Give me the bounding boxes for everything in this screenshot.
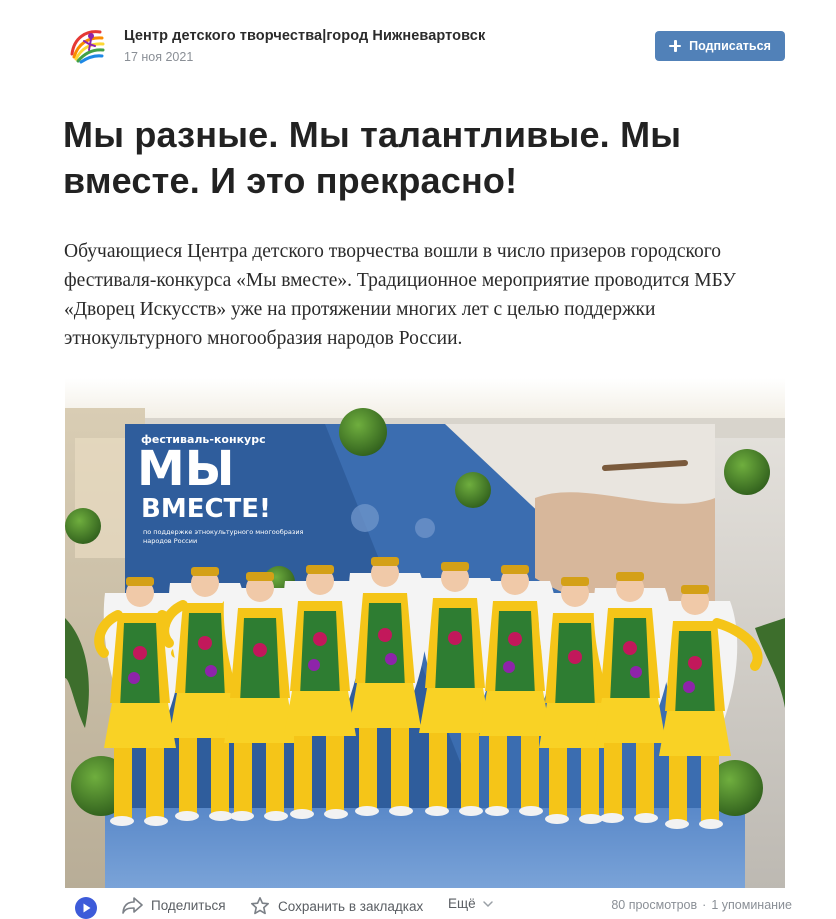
subscribe-label: Подписаться: [689, 39, 771, 53]
article-body: Обучающиеся Центра детского творчества в…: [64, 241, 736, 349]
post-stats: 80 просмотров · 1 упоминание: [611, 898, 792, 912]
banner-big-text-1: МЫ: [137, 441, 235, 497]
post-actions-bar: Поделиться Сохранить в закладках Ещё 80 …: [0, 888, 836, 919]
bookmark-button[interactable]: Сохранить в закладках: [250, 896, 423, 916]
app-icon[interactable]: [74, 896, 98, 919]
mentions-count[interactable]: 1 упоминание: [711, 898, 792, 912]
article-photo[interactable]: фестиваль-конкурс МЫ ВМЕСТЕ! по поддержк…: [65, 378, 785, 888]
post-header: Центр детского творчества|город Нижневар…: [64, 24, 785, 68]
share-label: Поделиться: [151, 897, 226, 913]
subscribe-button[interactable]: Подписаться: [655, 31, 785, 61]
more-button[interactable]: Ещё: [448, 896, 494, 911]
star-icon: [251, 897, 269, 915]
community-logo-icon[interactable]: [64, 24, 110, 66]
share-button[interactable]: Поделиться: [122, 896, 226, 914]
chevron-down-icon: [482, 900, 493, 907]
banner-big-text-2: ВМЕСТЕ!: [141, 494, 271, 524]
stats-separator: ·: [702, 898, 707, 912]
more-label: Ещё: [448, 896, 476, 911]
author-name[interactable]: Центр детского творчества|город Нижневар…: [124, 28, 485, 44]
plus-icon: [669, 40, 682, 52]
views-count: 80 просмотров: [611, 898, 698, 912]
article-title: Мы разные. Мы талантливые. Мы вместе. И …: [63, 114, 682, 201]
bookmark-label: Сохранить в закладках: [278, 898, 424, 914]
share-arrow-icon: [122, 897, 143, 914]
article-page: Центр детского творчества|город Нижневар…: [0, 0, 836, 919]
banner-sub-text-2: народов России: [143, 537, 198, 545]
banner-sub-text-1: по поддержке этнокультурного многообрази…: [143, 528, 304, 536]
post-date: 17 ноя 2021: [124, 50, 194, 64]
